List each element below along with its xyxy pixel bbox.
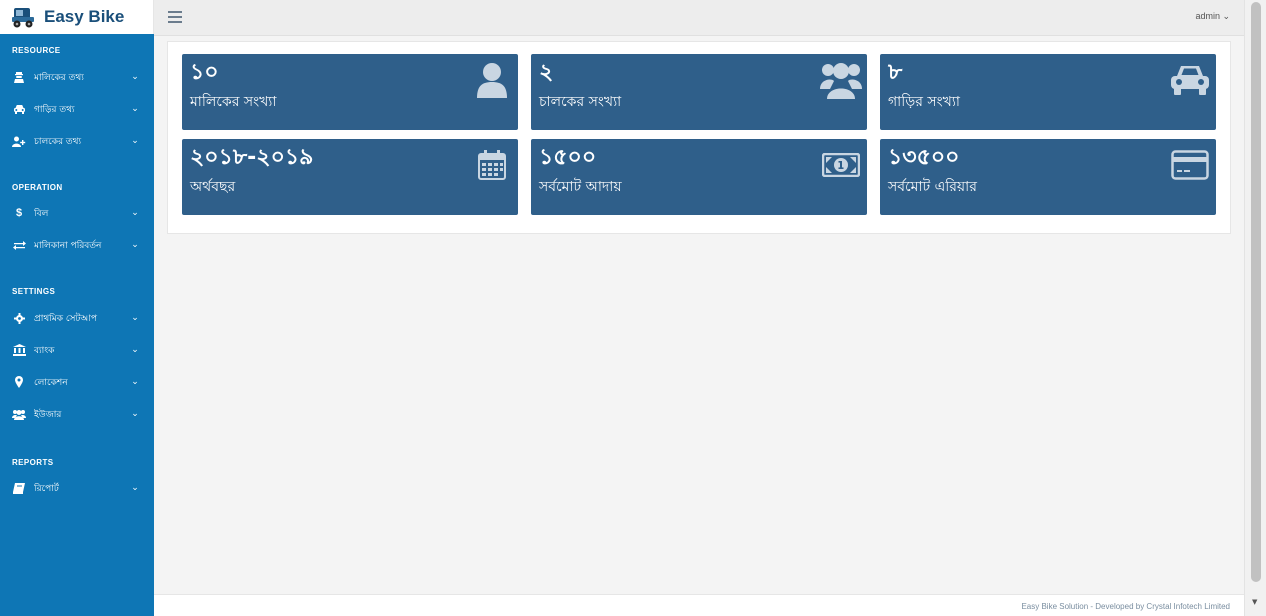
sidebar-item-label: রিপোর্ট bbox=[34, 483, 59, 494]
stat-tile-vehicle-count[interactable]: ৮ গাড়ির সংখ্যা bbox=[880, 54, 1216, 130]
money-icon bbox=[819, 145, 863, 185]
stat-value: ২০১৮-২০১৯ bbox=[190, 145, 314, 170]
bank-icon bbox=[12, 344, 26, 356]
sidebar-item-label: চালকের তথ্য bbox=[34, 136, 82, 147]
menu-toggle-icon[interactable] bbox=[168, 11, 182, 23]
chevron-down-icon: ⌄ bbox=[131, 377, 139, 387]
stat-label: চালকের সংখ্যা bbox=[539, 94, 622, 110]
chevron-down-icon: ⌄ bbox=[131, 240, 139, 250]
stat-value: ২ bbox=[539, 60, 554, 85]
user-plus-icon bbox=[12, 135, 26, 147]
top-navbar: admin ⌄ bbox=[154, 0, 1244, 36]
sidebar-item-location[interactable]: লোকেশন ⌄ bbox=[0, 368, 154, 396]
car-icon bbox=[12, 103, 26, 115]
brand-name: Easy Bike bbox=[44, 7, 125, 26]
stat-value: ১৫০০ bbox=[539, 145, 597, 170]
user-icon bbox=[470, 60, 514, 100]
stat-label: অর্থবছর bbox=[190, 179, 236, 195]
sidebar-item-vehicle-info[interactable]: গাড়ির তথ্য ⌄ bbox=[0, 95, 154, 123]
sidebar-item-user[interactable]: ইউজার ⌄ bbox=[0, 400, 154, 428]
sidebar-item-report[interactable]: রিপোর্ট ⌄ bbox=[0, 474, 154, 502]
user-menu[interactable]: admin ⌄ bbox=[1195, 11, 1230, 22]
sidebar-item-initial-setup[interactable]: প্রাথমিক সেটআপ ⌄ bbox=[0, 304, 154, 332]
stat-tile-driver-count[interactable]: ২ চালকের সংখ্যা bbox=[531, 54, 867, 130]
sidebar-item-bank[interactable]: ব্যাংক ⌄ bbox=[0, 336, 154, 364]
easy-bike-logo-icon bbox=[12, 8, 34, 28]
scrollbar-thumb[interactable] bbox=[1251, 2, 1261, 582]
stat-label: মালিকের সংখ্যা bbox=[190, 94, 277, 110]
chevron-down-icon: ⌄ bbox=[131, 483, 139, 493]
chevron-down-icon: ⌄ bbox=[131, 409, 139, 419]
section-title-reports: REPORTS bbox=[12, 458, 54, 467]
stat-tile-total-collection[interactable]: ১৫০০ সর্বমোট আদায় bbox=[531, 139, 867, 215]
sidebar-item-label: মালিকানা পরিবর্তন bbox=[34, 240, 102, 251]
dollar-icon: $ bbox=[15, 207, 23, 219]
stat-value: ৮ bbox=[888, 60, 903, 85]
users-icon bbox=[12, 408, 26, 420]
sidebar-item-label: গাড়ির তথ্য bbox=[34, 104, 75, 115]
stat-tile-fiscal-year[interactable]: ২০১৮-২০১৯ অর্থবছর bbox=[182, 139, 518, 215]
chevron-down-icon: ⌄ bbox=[131, 72, 139, 82]
chevron-down-icon: ⌄ bbox=[131, 208, 139, 218]
footer: Easy Bike Solution - Developed by Crysta… bbox=[154, 594, 1244, 616]
section-title-resource: RESOURCE bbox=[12, 46, 61, 55]
stat-tile-owner-count[interactable]: ১০ মালিকের সংখ্যা bbox=[182, 54, 518, 130]
stat-value: ১০ bbox=[190, 60, 219, 85]
chevron-down-icon: ⌄ bbox=[131, 136, 139, 146]
sidebar-item-label: প্রাথমিক সেটআপ bbox=[34, 313, 97, 324]
footer-credit: Easy Bike Solution - Developed by Crysta… bbox=[1021, 602, 1230, 611]
exchange-icon bbox=[12, 239, 26, 251]
users-icon bbox=[819, 60, 863, 100]
sidebar-item-label: বিল bbox=[34, 208, 49, 219]
stat-label: গাড়ির সংখ্যা bbox=[888, 94, 960, 110]
car-icon bbox=[1168, 60, 1212, 100]
sidebar: Easy Bike RESOURCE মালিকের তথ্য ⌄ গাড়ির… bbox=[0, 0, 154, 616]
stat-label: সর্বমোট আদায় bbox=[539, 179, 622, 195]
sidebar-item-label: মালিকের তথ্য bbox=[34, 72, 84, 83]
section-title-settings: SETTINGS bbox=[12, 287, 56, 296]
map-marker-icon bbox=[12, 376, 26, 388]
chevron-down-icon: ⌄ bbox=[131, 104, 139, 114]
section-title-operation: OPERATION bbox=[12, 183, 63, 192]
stat-label: সর্বমোট এরিয়ার bbox=[888, 179, 977, 195]
sidebar-item-owner-info[interactable]: মালিকের তথ্য ⌄ bbox=[0, 63, 154, 91]
calendar-icon bbox=[470, 145, 514, 185]
brand[interactable]: Easy Bike bbox=[0, 0, 154, 34]
dashboard-panel: ১০ মালিকের সংখ্যা ২ চালকের সংখ্যা ৮ গাড়… bbox=[167, 41, 1231, 234]
stat-tile-total-arrear[interactable]: ১৩৫০০ সর্বমোট এরিয়ার bbox=[880, 139, 1216, 215]
page-scrollbar[interactable]: ▼ bbox=[1244, 0, 1266, 616]
stat-value: ১৩৫০০ bbox=[888, 145, 960, 170]
sidebar-item-label: ব্যাংক bbox=[34, 345, 55, 356]
user-secret-icon bbox=[12, 71, 26, 83]
sidebar-item-driver-info[interactable]: চালকের তথ্য ⌄ bbox=[0, 127, 154, 155]
sidebar-item-label: লোকেশন bbox=[34, 377, 68, 388]
sidebar-item-label: ইউজার bbox=[34, 409, 62, 420]
gear-icon bbox=[12, 312, 26, 324]
chevron-down-icon: ⌄ bbox=[131, 345, 139, 355]
credit-card-icon bbox=[1168, 145, 1212, 185]
sidebar-item-ownership-change[interactable]: মালিকানা পরিবর্তন ⌄ bbox=[0, 231, 154, 259]
sidebar-item-bill[interactable]: $ বিল ⌄ bbox=[0, 199, 154, 227]
scroll-down-arrow-icon[interactable]: ▼ bbox=[1252, 598, 1257, 606]
book-icon bbox=[12, 482, 26, 494]
chevron-down-icon: ⌄ bbox=[131, 313, 139, 323]
